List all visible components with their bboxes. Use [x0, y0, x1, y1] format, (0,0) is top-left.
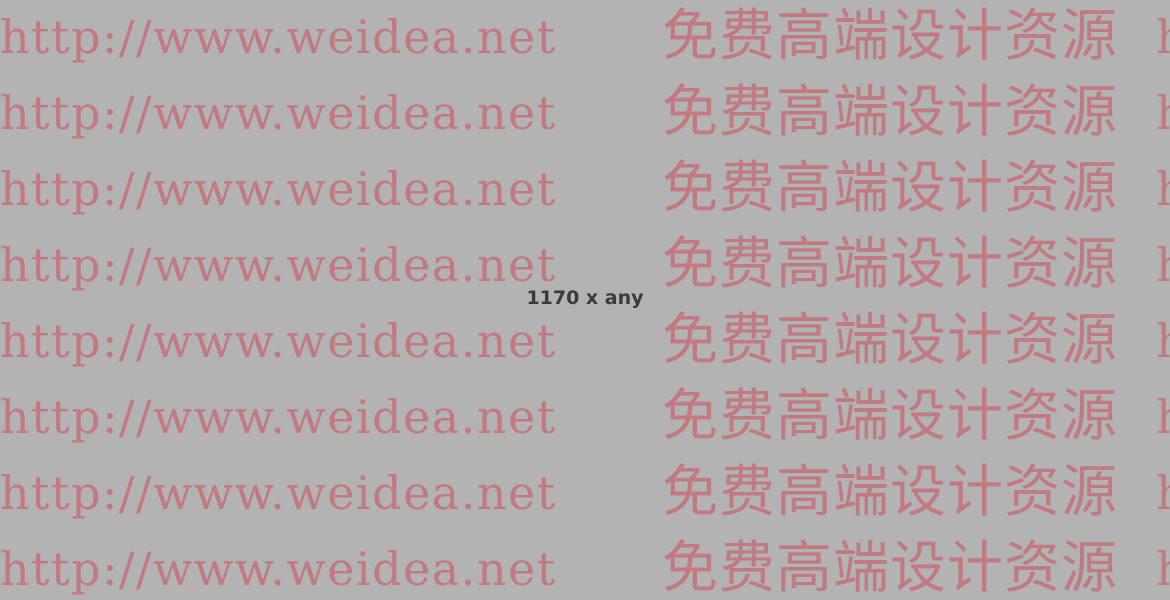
watermark-cn-text: 免费高端设计资源 [662, 156, 1118, 221]
watermark-url-text: http://www.weidea.net [0, 542, 557, 596]
watermark-tail-text: h [1156, 0, 1170, 75]
watermark-cn-text: 免费高端设计资源 [662, 4, 1118, 69]
watermark-tail-text: h [1156, 531, 1170, 600]
watermark-cn-text: 免费高端设计资源 [662, 80, 1118, 145]
watermark-url-text: http://www.weidea.net [0, 162, 557, 216]
image-size-label: 1170 x any [526, 287, 644, 309]
watermark-tail-text: h [1156, 75, 1170, 151]
watermark-cn-text: 免费高端设计资源 [662, 536, 1118, 600]
watermark-tail-text: h [1156, 455, 1170, 531]
watermark-cn-text: 免费高端设计资源 [662, 384, 1118, 449]
watermark-cn-text: 免费高端设计资源 [662, 460, 1118, 525]
watermark-url-text: http://www.weidea.net [0, 466, 557, 520]
watermark-url-text: http://www.weidea.net [0, 10, 557, 64]
watermark-url-text: http://www.weidea.net [0, 86, 557, 140]
watermark-url-text: http://www.weidea.net [0, 390, 557, 444]
watermark-cn-text: 免费高端设计资源 [662, 308, 1118, 373]
watermark-tail-text: h [1156, 303, 1170, 379]
watermark-tail-text: h [1156, 151, 1170, 227]
watermark-tail-text: h [1156, 379, 1170, 455]
watermark-url-text: http://www.weidea.net [0, 314, 557, 368]
